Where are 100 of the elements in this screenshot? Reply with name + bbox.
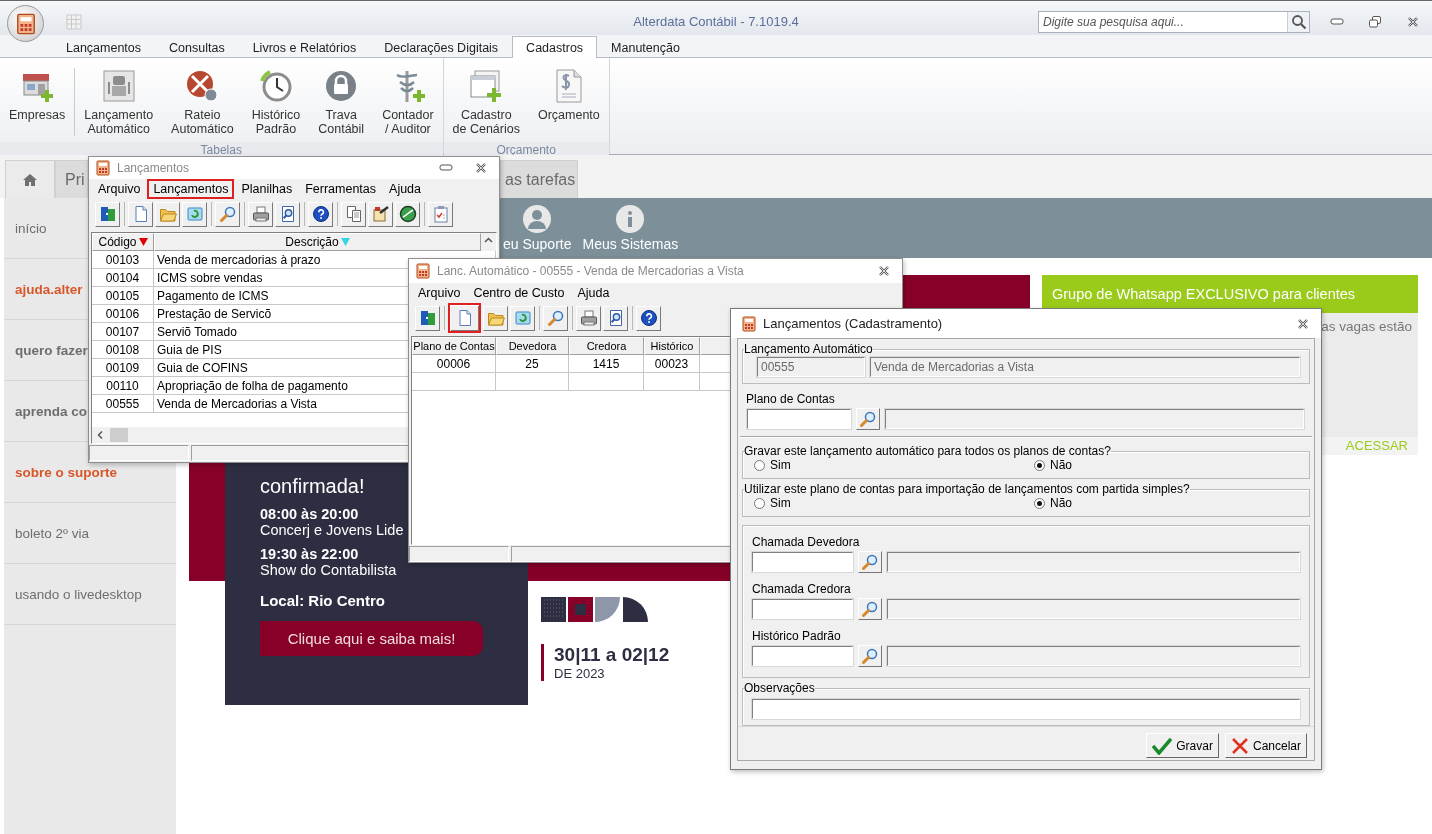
notes-field[interactable] <box>752 699 1300 719</box>
search-field[interactable]: Digite sua pesquisa aqui... <box>1038 10 1310 33</box>
radio-button[interactable] <box>754 497 765 509</box>
lookup-button[interactable] <box>858 551 882 573</box>
menu-item[interactable]: Ajuda <box>383 179 428 199</box>
group-label: Gravar este lançamento automático para todos os planos de contas? <box>744 444 1111 458</box>
code-field: 00555 <box>757 357 865 377</box>
app-menu-button[interactable] <box>7 5 44 42</box>
window-title: Alterdata Contábil - 7.1019.4 <box>633 14 799 29</box>
print-button[interactable] <box>248 201 273 227</box>
home-tab[interactable] <box>5 160 55 198</box>
new-button[interactable] <box>448 303 481 333</box>
column-header[interactable]: Credora <box>569 337 644 355</box>
radio-label: Não <box>1050 458 1072 472</box>
printer-icon <box>251 205 270 223</box>
print-button[interactable] <box>576 305 601 331</box>
radio-button[interactable] <box>754 459 765 471</box>
open-button[interactable] <box>155 201 180 227</box>
event-name: Show do Contabilista <box>260 562 397 578</box>
window-title: Lançamentos <box>117 161 191 175</box>
ribbon-button[interactable]: Orçamento <box>528 68 609 136</box>
sidebar-link[interactable]: boleto 2º via <box>15 525 89 541</box>
vertical-scrollbar[interactable] <box>481 233 496 251</box>
ribbon-button[interactable]: Histórico Padrão <box>242 68 310 136</box>
menu-item[interactable]: Lançamentos <box>147 179 235 199</box>
save-button[interactable]: Gravar <box>1146 733 1219 758</box>
ribbon-button[interactable]: Trava Contábil <box>309 68 374 136</box>
table-cell: 00107 <box>92 323 154 341</box>
account-code-field[interactable] <box>747 409 851 429</box>
search-icon <box>218 205 237 223</box>
banner-heading: confirmada! <box>260 474 365 498</box>
ribbon-button[interactable]: Lançamento Automático <box>75 68 163 136</box>
code-field[interactable] <box>752 552 853 572</box>
menu-item[interactable]: Planilhas <box>235 179 299 199</box>
code-field[interactable] <box>752 646 853 666</box>
home-icon <box>22 172 38 187</box>
ribbon-button[interactable]: Empresas <box>0 68 75 136</box>
promo-title: Grupo de Whatsapp EXCLUSIVO para clientes <box>1042 275 1418 313</box>
lookup-button[interactable] <box>858 645 882 667</box>
table-cell: 00108 <box>92 341 154 359</box>
cancel-button[interactable]: Cancelar <box>1224 733 1307 758</box>
ribbon-tab[interactable]: Lançamentos <box>52 36 156 58</box>
exit-button[interactable] <box>415 305 440 331</box>
table-cell: 00109 <box>92 359 154 377</box>
ribbon-tab[interactable]: Cadastros <box>512 36 598 58</box>
close-icon <box>878 265 890 277</box>
minimize-icon <box>439 164 453 172</box>
radio-button[interactable] <box>1034 497 1045 509</box>
ribbon-button[interactable]: Contador / Auditor <box>373 68 443 136</box>
print-preview-button[interactable] <box>603 305 628 331</box>
menu-item[interactable]: Ferramentas <box>299 179 383 199</box>
page-tab[interactable]: as tarefas <box>500 160 578 198</box>
ribbon-tab[interactable]: Manutenção <box>597 36 694 58</box>
search-icon <box>861 553 879 571</box>
task-button[interactable] <box>428 201 453 227</box>
door-icon <box>98 205 117 223</box>
print-preview-button[interactable] <box>275 201 300 227</box>
field-label: Chamada Credora <box>752 582 852 596</box>
tools-icon <box>371 205 390 223</box>
checkmark-icon <box>1152 736 1173 755</box>
menu-item[interactable]: Arquivo <box>92 179 147 199</box>
search-button[interactable] <box>1287 11 1309 32</box>
ribbon-button[interactable]: Rateio Automático <box>162 68 243 136</box>
column-header[interactable]: Histórico <box>644 337 700 355</box>
column-header[interactable]: Código <box>92 233 154 251</box>
event-time: 19:30 às 22:00 <box>260 546 359 562</box>
globe-button[interactable] <box>395 201 420 227</box>
tools-button[interactable] <box>368 201 393 227</box>
sidebar-link[interactable]: início <box>15 220 47 236</box>
ribbon-tab[interactable]: Livros e Relatórios <box>238 36 371 58</box>
refresh-button[interactable] <box>510 305 535 331</box>
radio-button[interactable] <box>1034 459 1045 471</box>
lookup-button[interactable] <box>856 408 880 430</box>
refresh-icon <box>185 205 204 223</box>
sidebar-link[interactable]: aprenda co <box>15 403 88 419</box>
column-header[interactable]: Descrição <box>154 233 481 251</box>
info-icon <box>615 204 646 234</box>
sidebar-link[interactable]: usando o livedesktop <box>15 586 142 602</box>
menu-item[interactable]: Ajuda <box>571 283 616 303</box>
help-button[interactable] <box>636 305 661 331</box>
sidebar-link[interactable]: quero fazer <box>15 342 88 358</box>
ribbon-tab[interactable]: Declarações Digitais <box>370 36 513 58</box>
robot-icon <box>100 68 137 104</box>
code-field[interactable] <box>752 599 853 619</box>
ribbon-button[interactable]: Cadastro de Cenários <box>443 68 529 136</box>
lookup-button[interactable] <box>858 598 882 620</box>
help-button[interactable] <box>308 201 333 227</box>
column-header[interactable]: Devedora <box>496 337 569 355</box>
calculator-icon <box>415 263 431 279</box>
page-tab[interactable]: Pri <box>55 160 88 198</box>
more-info-button[interactable]: Clique aqui e saiba mais! <box>260 621 483 656</box>
restore-icon <box>1368 14 1382 29</box>
copy-button[interactable] <box>341 201 366 227</box>
refresh-button[interactable] <box>182 201 207 227</box>
column-header[interactable]: Plano de Contas <box>412 337 496 355</box>
ribbon-tab[interactable]: Consultas <box>155 36 239 58</box>
exit-button[interactable] <box>95 201 120 227</box>
open-button[interactable] <box>483 305 508 331</box>
refresh-icon <box>513 309 532 327</box>
scroll-thumb[interactable] <box>110 428 128 442</box>
